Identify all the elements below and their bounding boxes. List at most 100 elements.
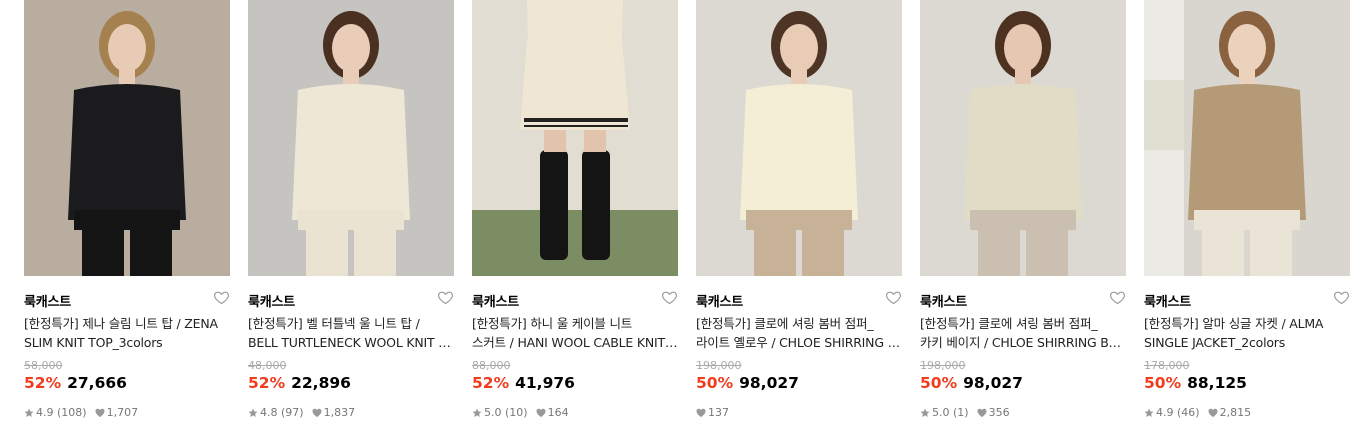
- original-price: 48,000: [248, 359, 287, 372]
- heart-icon[interactable]: [437, 289, 454, 306]
- likes: 2,815: [1208, 406, 1251, 419]
- product-stats: 137: [696, 406, 737, 419]
- product-title-line: [한정특가] 벨 터틀넥 울 니트 탑 /: [248, 316, 420, 331]
- rating: 4.9 (46): [1144, 406, 1200, 419]
- sale-price: 22,896: [291, 374, 351, 392]
- product-photo-art: [248, 0, 454, 276]
- product-photo-art: [1144, 0, 1350, 276]
- product-title[interactable]: [한정특가] 하니 울 케이블 니트 스커트 / HANI WOOL CABLE…: [472, 314, 678, 352]
- original-price: 58,000: [24, 359, 63, 372]
- sale-price: 98,027: [739, 374, 799, 392]
- sale-price: 27,666: [67, 374, 127, 392]
- discount-rate: 52%: [24, 374, 62, 392]
- likes: 356: [977, 406, 1010, 419]
- product-stats: 4.9 (46) 2,815: [1144, 406, 1259, 419]
- product-card[interactable]: 룩캐스트 [한정특가] 클로에 셔링 봄버 점퍼_ 카키 베이지 / CHLOE…: [920, 0, 1126, 426]
- product-card[interactable]: 룩캐스트 [한정특가] 클로에 셔링 봄버 점퍼_ 라이트 옐로우 / CHLO…: [696, 0, 902, 426]
- heart-filled-icon: [312, 408, 322, 418]
- review-count: (108): [57, 406, 87, 419]
- rating-score: 5.0: [484, 406, 502, 419]
- price-row: 52% 22,896: [248, 374, 351, 392]
- likes: 1,837: [312, 406, 355, 419]
- price-row: 50% 88,125: [1144, 374, 1247, 392]
- discount-rate: 50%: [696, 374, 734, 392]
- brand-name[interactable]: 룩캐스트: [920, 291, 967, 310]
- product-title-line: [한정특가] 알마 싱글 자켓 / ALMA: [1144, 316, 1324, 331]
- product-title[interactable]: [한정특가] 제나 슬림 니트 탑 / ZENA SLIM KNIT TOP_3…: [24, 314, 230, 352]
- brand-name[interactable]: 룩캐스트: [696, 291, 743, 310]
- heart-filled-icon: [95, 408, 105, 418]
- product-title[interactable]: [한정특가] 벨 터틀넥 울 니트 탑 / BELL TURTLENECK WO…: [248, 314, 454, 352]
- product-stats: 5.0 (1) 356: [920, 406, 1018, 419]
- likes: 137: [696, 406, 729, 419]
- product-card[interactable]: 룩캐스트 [한정특가] 벨 터틀넥 울 니트 탑 / BELL TURTLENE…: [248, 0, 454, 426]
- product-title-line: SLIM KNIT TOP_3colors: [24, 335, 163, 350]
- heart-filled-icon: [1208, 408, 1218, 418]
- sale-price: 88,125: [1187, 374, 1247, 392]
- brand-name[interactable]: 룩캐스트: [248, 291, 295, 310]
- rating: 5.0 (1): [920, 406, 969, 419]
- like-count: 137: [708, 406, 729, 419]
- product-title-line: SINGLE JACKET_2colors: [1144, 335, 1286, 350]
- review-count: (46): [1177, 406, 1200, 419]
- original-price: 198,000: [920, 359, 966, 372]
- discount-rate: 50%: [1144, 374, 1182, 392]
- rating-score: 5.0: [932, 406, 950, 419]
- product-title[interactable]: [한정특가] 알마 싱글 자켓 / ALMA SINGLE JACKET_2co…: [1144, 314, 1350, 352]
- heart-icon[interactable]: [661, 289, 678, 306]
- review-count: (1): [953, 406, 969, 419]
- original-price: 178,000: [1144, 359, 1190, 372]
- product-image[interactable]: [472, 0, 678, 276]
- product-title[interactable]: [한정특가] 클로에 셔링 봄버 점퍼_ 카키 베이지 / CHLOE SHIR…: [920, 314, 1126, 352]
- heart-filled-icon: [536, 408, 546, 418]
- likes: 1,707: [95, 406, 138, 419]
- product-card[interactable]: 룩캐스트 [한정특가] 제나 슬림 니트 탑 / ZENA SLIM KNIT …: [24, 0, 230, 426]
- product-title-line: 라이트 옐로우 / CHLOE SHIRRING BOMBER: [696, 335, 902, 350]
- product-card[interactable]: 룩캐스트 [한정특가] 하니 울 케이블 니트 스커트 / HANI WOOL …: [472, 0, 678, 426]
- heart-filled-icon: [696, 408, 706, 418]
- brand-name[interactable]: 룩캐스트: [1144, 291, 1191, 310]
- product-image[interactable]: [248, 0, 454, 276]
- product-image[interactable]: [920, 0, 1126, 276]
- star-icon: [920, 408, 930, 418]
- product-image[interactable]: [24, 0, 230, 276]
- product-title-line: [한정특가] 제나 슬림 니트 탑 / ZENA: [24, 316, 218, 331]
- star-icon: [24, 408, 34, 418]
- original-price: 88,000: [472, 359, 511, 372]
- original-price: 198,000: [696, 359, 742, 372]
- brand-name[interactable]: 룩캐스트: [472, 291, 519, 310]
- product-card[interactable]: 룩캐스트 [한정특가] 알마 싱글 자켓 / ALMA SINGLE JACKE…: [1144, 0, 1350, 426]
- discount-rate: 50%: [920, 374, 958, 392]
- product-photo-art: [696, 0, 902, 276]
- heart-icon[interactable]: [885, 289, 902, 306]
- product-stats: 4.8 (97) 1,837: [248, 406, 363, 419]
- discount-rate: 52%: [472, 374, 510, 392]
- rating-score: 4.8: [260, 406, 278, 419]
- price-row: 50% 98,027: [696, 374, 799, 392]
- rating-score: 4.9: [36, 406, 54, 419]
- product-photo-art: [472, 0, 678, 276]
- product-stats: 5.0 (10) 164: [472, 406, 577, 419]
- heart-icon[interactable]: [1333, 289, 1350, 306]
- rating: 4.8 (97): [248, 406, 304, 419]
- rating-score: 4.9: [1156, 406, 1174, 419]
- heart-icon[interactable]: [1109, 289, 1126, 306]
- like-count: 164: [547, 406, 569, 419]
- heart-filled-icon: [977, 408, 987, 418]
- rating: 5.0 (10): [472, 406, 528, 419]
- heart-icon[interactable]: [213, 289, 230, 306]
- product-image[interactable]: [1144, 0, 1350, 276]
- product-title-line: [한정특가] 클로에 셔링 봄버 점퍼_: [696, 316, 874, 331]
- brand-name[interactable]: 룩캐스트: [24, 291, 71, 310]
- sale-price: 41,976: [515, 374, 575, 392]
- product-image[interactable]: [696, 0, 902, 276]
- like-count: 356: [988, 406, 1010, 419]
- product-title[interactable]: [한정특가] 클로에 셔링 봄버 점퍼_ 라이트 옐로우 / CHLOE SHI…: [696, 314, 902, 352]
- rating: 4.9 (108): [24, 406, 87, 419]
- review-count: (97): [281, 406, 304, 419]
- sale-price: 98,027: [963, 374, 1023, 392]
- product-title-line: 스커트 / HANI WOOL CABLE KNIT SKIRT: [472, 335, 678, 350]
- product-photo-art: [24, 0, 230, 276]
- product-title-line: [한정특가] 하니 울 케이블 니트: [472, 316, 633, 331]
- review-count: (10): [505, 406, 528, 419]
